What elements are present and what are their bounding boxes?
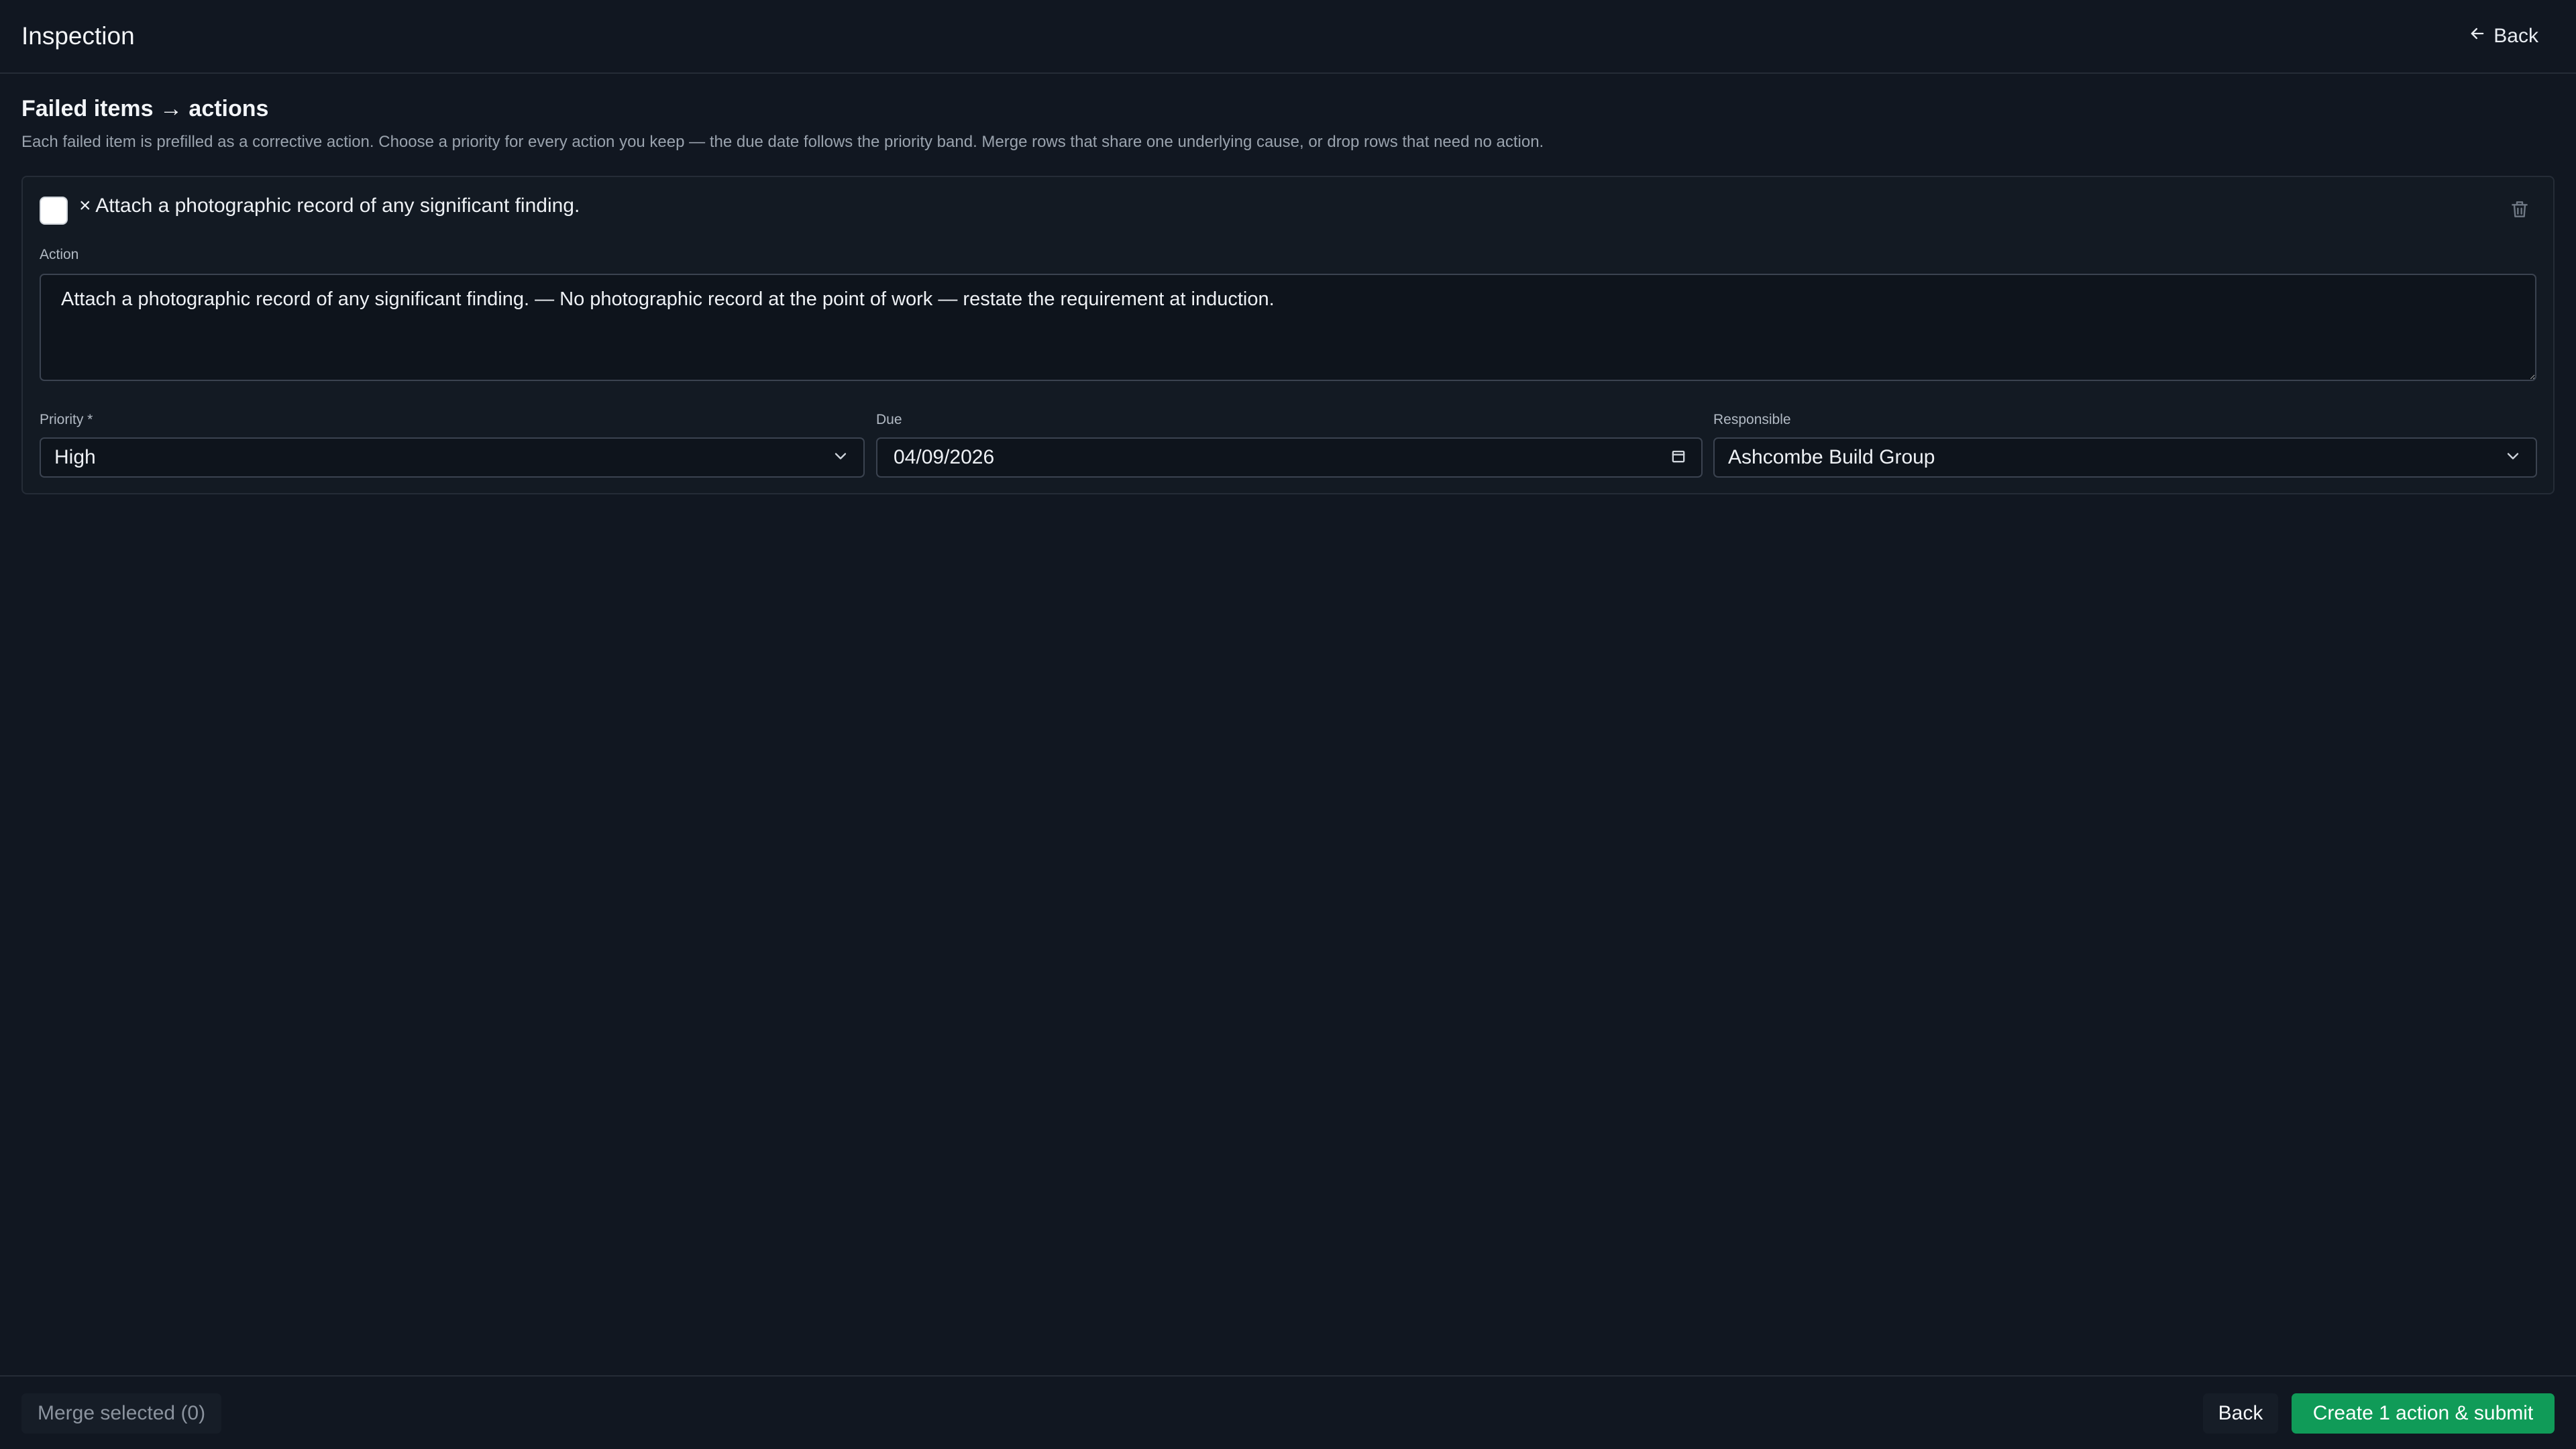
merge-selected-button[interactable]: Merge selected (0) — [21, 1393, 222, 1434]
header-back-button[interactable]: Back — [2468, 24, 2538, 48]
action-footer: Merge selected (0) Back Create 1 action … — [0, 1375, 2576, 1449]
page-title: Inspection — [21, 22, 135, 50]
section-title: Failed items → actions — [21, 96, 269, 121]
due-label: Due — [876, 412, 902, 427]
create-and-submit-button[interactable]: Create 1 action & submit — [2292, 1393, 2555, 1434]
due-date-input[interactable]: 04/09/2026 — [876, 437, 1703, 478]
trash-icon — [2509, 199, 2530, 223]
chevron-down-icon — [2504, 447, 2522, 469]
app-header: Inspection Back — [0, 0, 2576, 74]
responsible-label: Responsible — [1713, 412, 1791, 427]
footer-back-button[interactable]: Back — [2203, 1393, 2278, 1434]
failed-item-card: × Attach a photographic record of any si… — [21, 176, 2555, 494]
section-description: Each failed item is prefilled as a corre… — [21, 133, 1544, 151]
responsible-select[interactable]: Ashcombe Build Group — [1713, 437, 2537, 478]
priority-label: Priority * — [40, 412, 93, 427]
responsible-value: Ashcombe Build Group — [1728, 446, 1935, 468]
item-select-checkbox[interactable] — [40, 197, 68, 225]
action-label: Action — [40, 247, 79, 262]
delete-item-button[interactable] — [2506, 197, 2533, 224]
header-back-label: Back — [2493, 25, 2538, 47]
priority-value: High — [54, 446, 96, 468]
action-textarea[interactable]: Attach a photographic record of any sign… — [40, 274, 2536, 381]
priority-select[interactable]: High — [40, 437, 865, 478]
item-title: × Attach a photographic record of any si… — [79, 195, 580, 217]
chevron-down-icon — [831, 447, 850, 469]
due-date-value: 04/09/2026 — [894, 446, 995, 468]
calendar-icon[interactable] — [1669, 447, 1688, 469]
arrow-left-icon — [2468, 24, 2487, 48]
